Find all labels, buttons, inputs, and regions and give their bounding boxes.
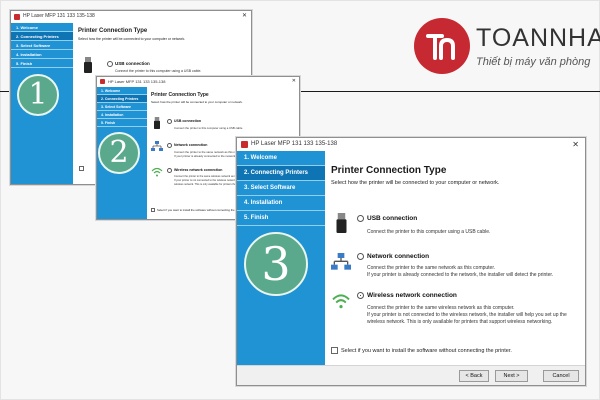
- install-without-printer-checkbox[interactable]: [151, 208, 155, 212]
- usb-radio[interactable]: [167, 119, 172, 124]
- brand-logo: TOANNHAN Thiết bị máy văn phòng: [414, 18, 600, 78]
- step-connecting-printers: 2. Connecting Printers: [237, 166, 325, 181]
- step-installation: 4. Installation: [237, 196, 325, 211]
- step-connecting-printers: 2. Connecting Printers: [97, 95, 147, 103]
- back-button[interactable]: < Back: [459, 370, 489, 382]
- wireless-radio[interactable]: [357, 292, 364, 299]
- install-without-printer-label: Select if you want to install the softwa…: [341, 348, 512, 354]
- step-welcome: 1. Welcome: [237, 151, 325, 166]
- title-bar: HP Laser MFP 131 133 135-138 ✕: [11, 11, 251, 23]
- window-title: HP Laser MFP 131 133 135-138: [108, 79, 166, 84]
- close-icon[interactable]: ✕: [242, 12, 247, 19]
- page-subtitle: Select how the printer will be connected…: [151, 100, 243, 104]
- wireless-radio[interactable]: [167, 168, 172, 173]
- usb-option-desc: Connect the printer to this computer usi…: [115, 69, 202, 73]
- close-icon[interactable]: ✕: [572, 140, 579, 149]
- network-option-desc-1: Connect the printer to the same network …: [367, 265, 496, 271]
- wireless-option-desc-2: If your printer is not connected to the …: [367, 312, 567, 318]
- step-select-software: 3. Select Software: [11, 41, 73, 50]
- brand-tagline: Thiết bị máy văn phòng: [476, 56, 591, 68]
- network-icon: [151, 141, 163, 151]
- close-icon[interactable]: ✕: [292, 78, 296, 84]
- title-bar: HP Laser MFP 131 133 135-138 ✕: [237, 138, 585, 151]
- usb-icon: [84, 57, 92, 73]
- usb-radio[interactable]: [357, 215, 364, 222]
- page-subtitle: Select how the printer will be connected…: [78, 37, 186, 41]
- wifi-icon: [332, 294, 350, 309]
- install-without-printer-checkbox[interactable]: [79, 166, 84, 171]
- step-badge-1: 1: [17, 74, 59, 116]
- step-badge-2: 2: [98, 132, 140, 174]
- hp-app-icon: [14, 14, 20, 20]
- window-title: HP Laser MFP 131 133 135-138: [23, 13, 95, 19]
- network-icon: [331, 253, 351, 270]
- next-button[interactable]: Next >: [495, 370, 528, 382]
- step-select-software: 3. Select Software: [97, 103, 147, 111]
- step-select-software: 3. Select Software: [237, 181, 325, 196]
- usb-option-desc: Connect the printer to this computer usi…: [367, 229, 491, 235]
- network-radio[interactable]: [167, 143, 172, 148]
- page-title: Printer Connection Type: [151, 92, 209, 98]
- network-option-title: Network connection: [367, 253, 430, 260]
- wireless-option-title: Wireless network connection: [174, 168, 223, 172]
- usb-icon: [154, 117, 160, 129]
- step-connecting-printers: 2. Connecting Printers: [11, 32, 73, 41]
- wireless-option-desc-1: Connect the printer to the same wireless…: [367, 305, 515, 311]
- network-radio[interactable]: [357, 253, 364, 260]
- install-without-printer-label: Select if you want to install the softwa…: [157, 208, 244, 212]
- usb-option-title: USB connection: [115, 61, 150, 66]
- main-panel: Printer Connection Type Select how the p…: [325, 151, 585, 385]
- step-finish: 5. Finish: [97, 119, 147, 127]
- usb-option-title: USB connection: [367, 215, 418, 222]
- title-bar: HP Laser MFP 131 133 135-138 ✕: [97, 77, 299, 87]
- button-bar: < Back Next > Cancel: [237, 365, 585, 385]
- brand-logo-mark: [414, 18, 470, 74]
- usb-icon: [336, 213, 347, 233]
- wireless-option-title: Wireless network connection: [367, 292, 457, 299]
- network-option-title: Network connection: [174, 143, 208, 147]
- step-welcome: 1. Welcome: [97, 87, 147, 95]
- cancel-button[interactable]: Cancel: [543, 370, 579, 382]
- brand-name: TOANNHAN: [476, 24, 600, 52]
- step-finish: 5. Finish: [237, 211, 325, 226]
- usb-option-desc: Connect the printer to this computer usi…: [174, 126, 244, 130]
- hp-app-icon: [100, 79, 105, 84]
- step-installation: 4. Installation: [97, 111, 147, 119]
- install-without-printer-checkbox[interactable]: [331, 347, 338, 354]
- window-title: HP Laser MFP 131 133 135-138: [251, 141, 338, 147]
- page-subtitle: Select how the printer will be connected…: [331, 180, 500, 186]
- page-title: Printer Connection Type: [78, 28, 148, 34]
- wifi-icon: [151, 167, 163, 177]
- step-badge-3: 3: [244, 232, 308, 296]
- step-welcome: 1. Welcome: [11, 23, 73, 32]
- page-title: Printer Connection Type: [331, 165, 447, 176]
- hp-app-icon: [241, 141, 248, 148]
- usb-option-title: USB connection: [174, 119, 202, 123]
- network-option-desc-2: If your printer is already connected to …: [367, 272, 554, 278]
- wireless-option-desc-3: wireless network. This is only available…: [367, 319, 553, 325]
- step-finish: 5. Finish: [11, 59, 73, 68]
- usb-radio[interactable]: [107, 61, 113, 67]
- step-installation: 4. Installation: [11, 50, 73, 59]
